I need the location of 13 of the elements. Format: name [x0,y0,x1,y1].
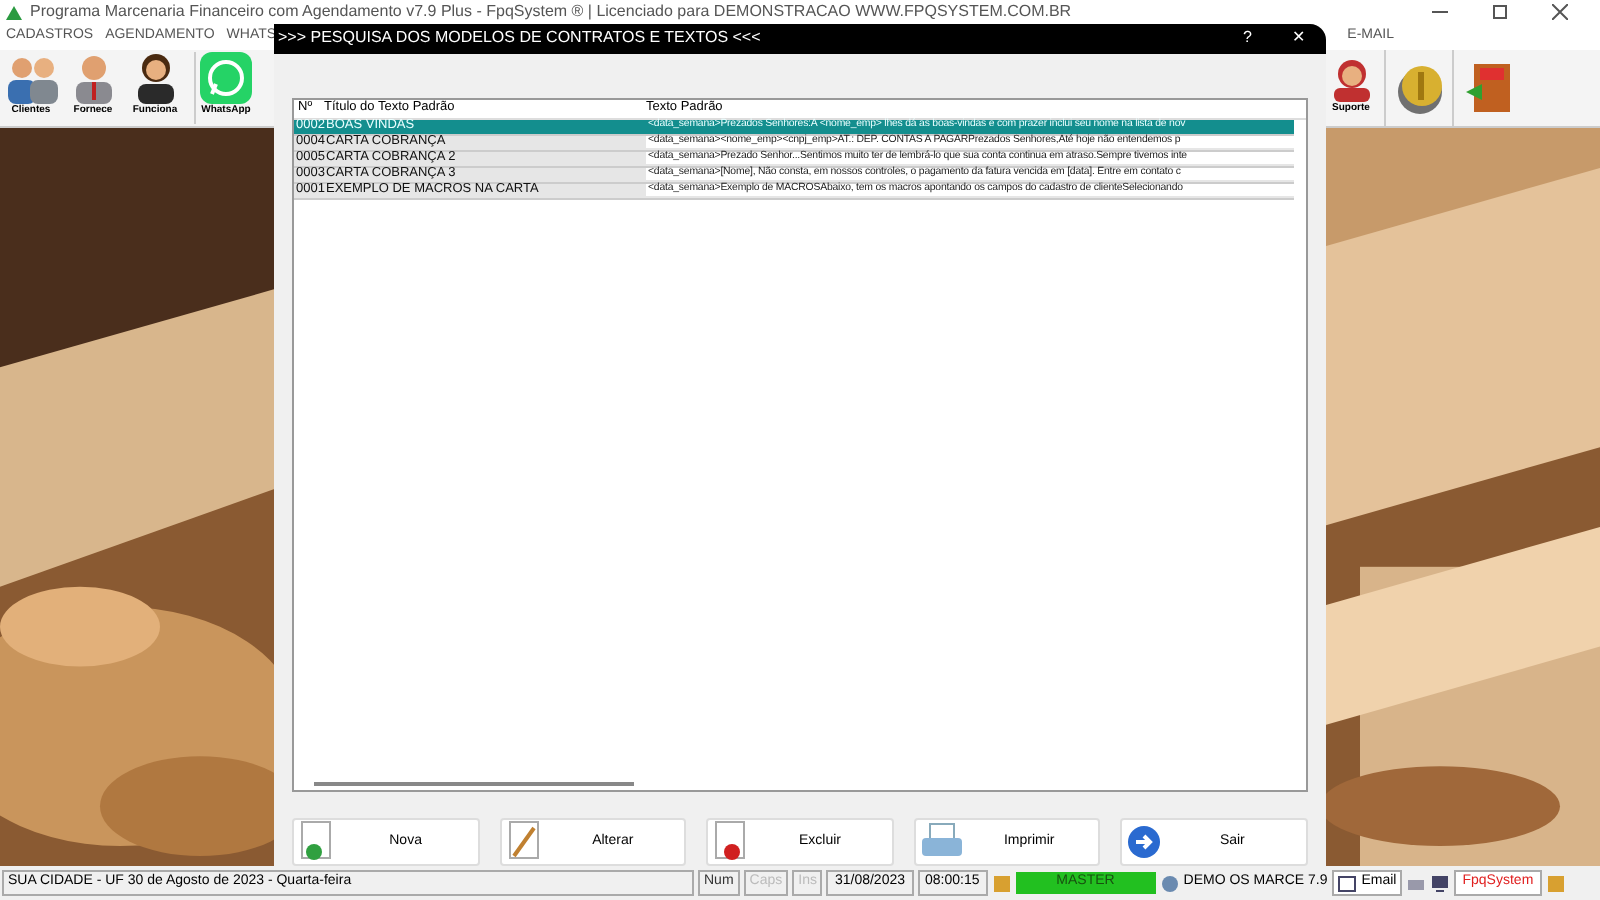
exit-door-icon [1461,60,1513,116]
maximize-icon[interactable] [1492,4,1508,20]
horizontal-scrollbar[interactable] [314,782,634,786]
window-title: Programa Marcenaria Financeiro com Agendamento v7.9 Plus - FpqSystem ® | Licenciado para DEMONSTRACAO WWW.FPQSYSTEM.COM.BR [30,0,1072,24]
monitor-icon[interactable] [1430,873,1451,893]
people-icon [3,52,59,104]
close-icon[interactable] [1552,4,1568,20]
arrow-circle-icon [1126,824,1163,860]
dialog-title: >>> PESQUISA DOS MODELOS DE CONTRATOS E TEXTOS <<< [278,26,761,51]
help-button[interactable]: ? [1243,26,1252,51]
mail-icon [1337,875,1356,891]
coin-icon [1393,60,1445,116]
close-button[interactable]: ✕ [1292,26,1306,51]
